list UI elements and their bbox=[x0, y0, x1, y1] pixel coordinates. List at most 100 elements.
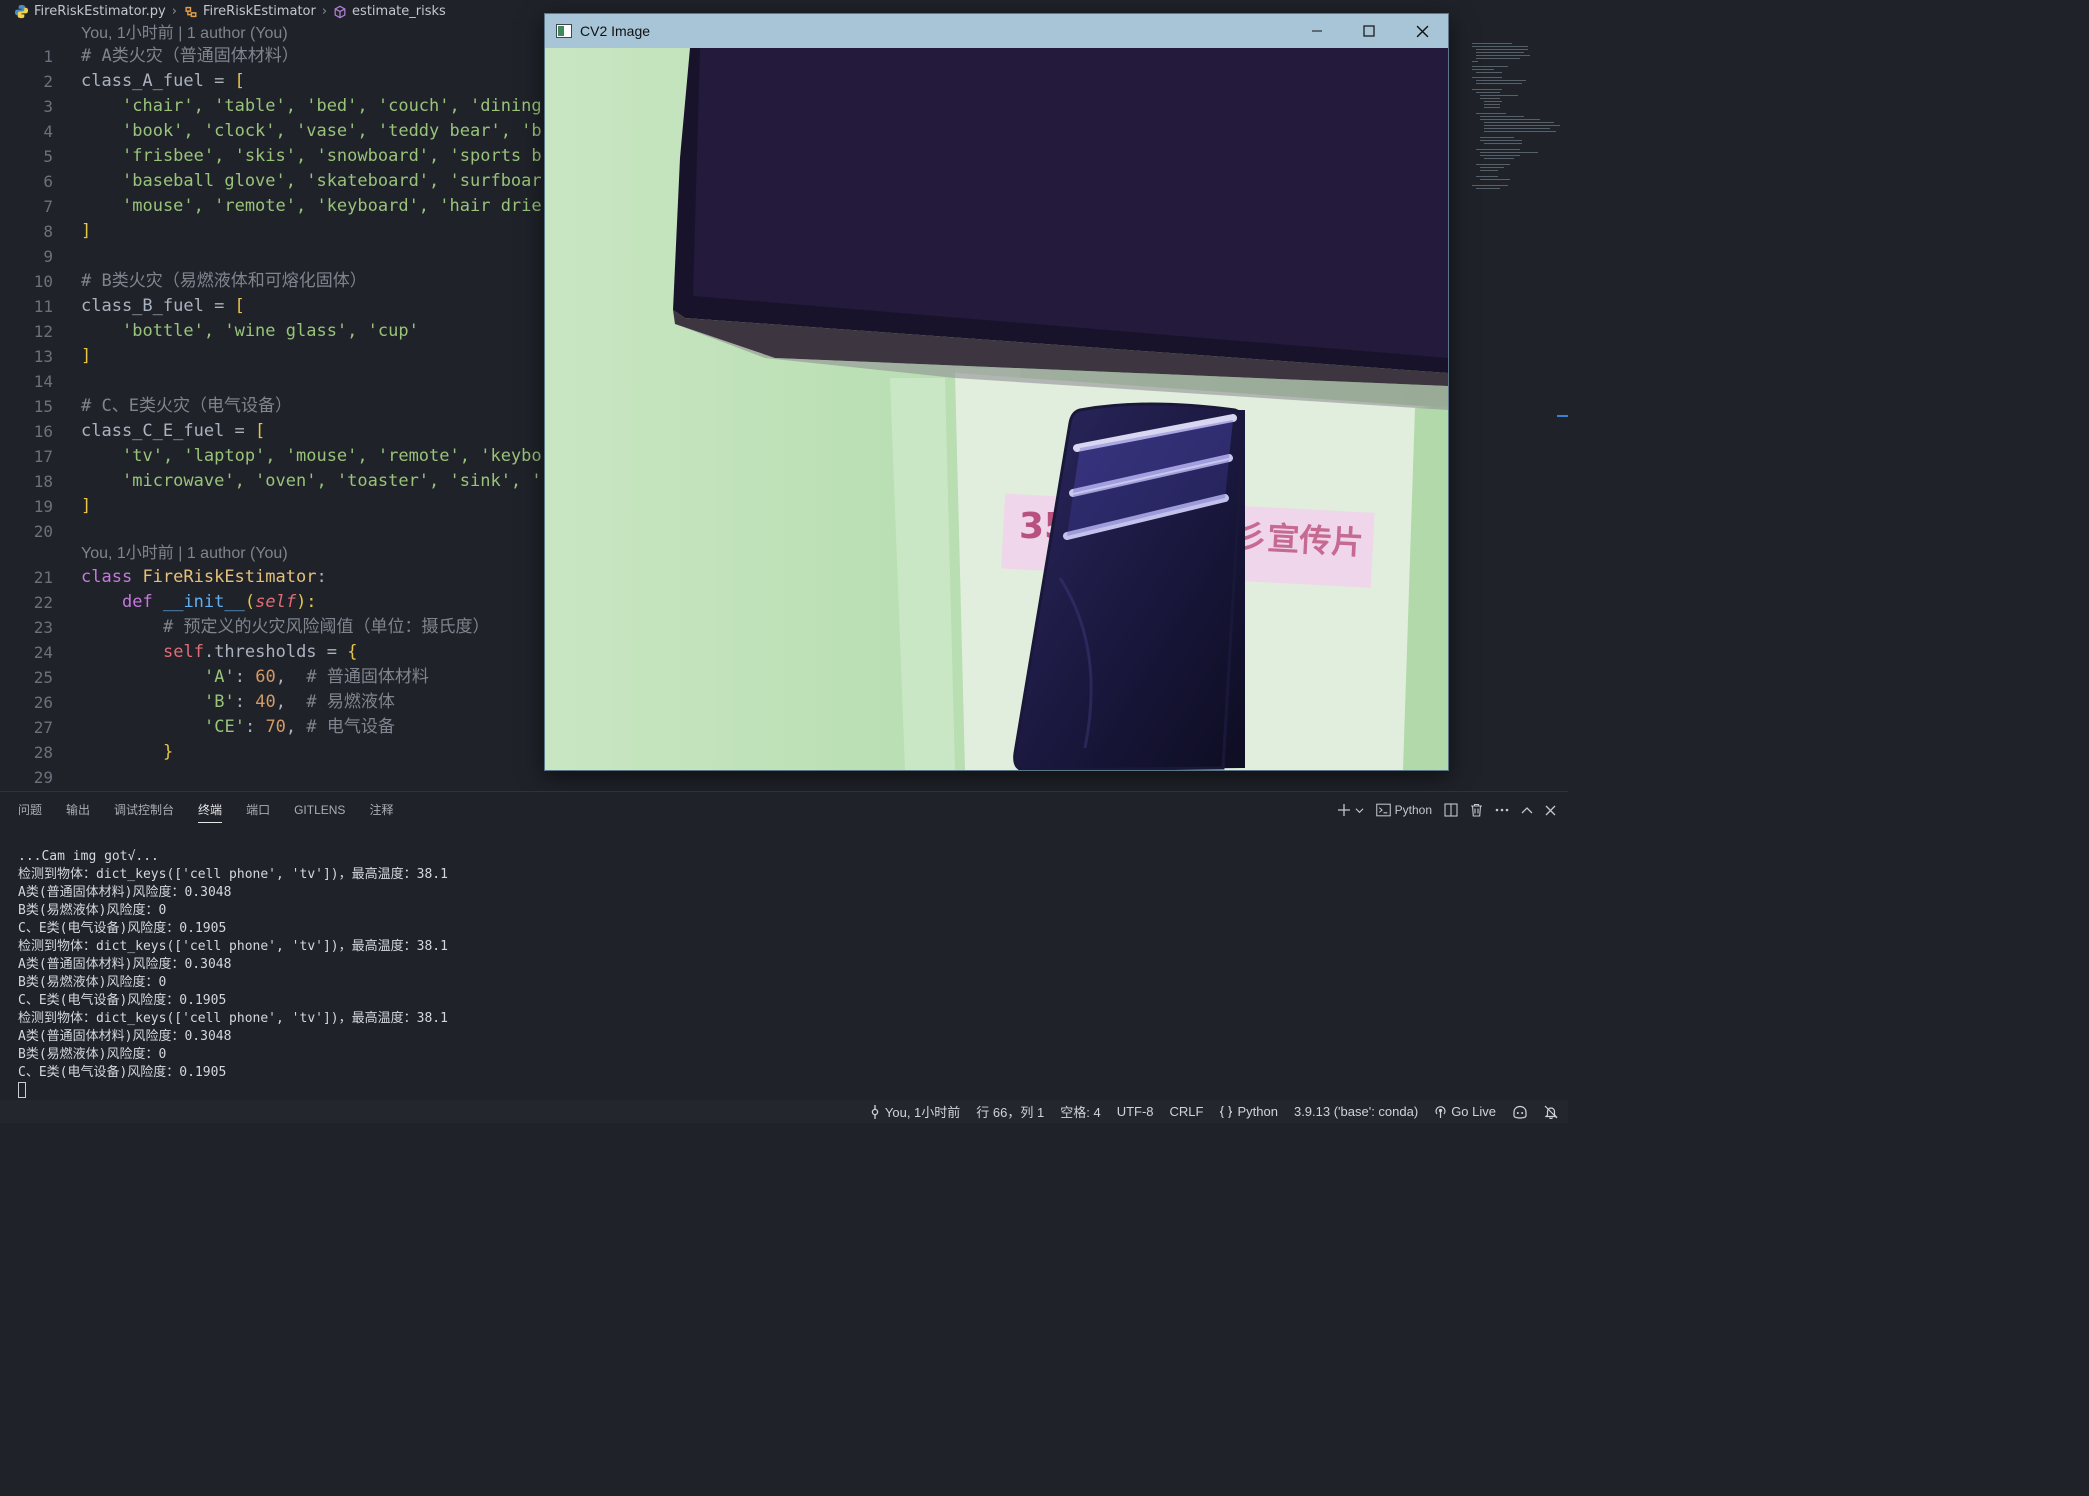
status-copilot[interactable] bbox=[1512, 1105, 1528, 1119]
line-number: 10 bbox=[33, 272, 53, 291]
tab-debug-console[interactable]: 调试控制台 bbox=[114, 792, 174, 828]
line-number: 13 bbox=[33, 347, 53, 366]
line-number: 14 bbox=[33, 372, 53, 391]
method-cube-icon bbox=[334, 5, 346, 18]
terminal-line: B类(易燃液体)风险度：0 bbox=[18, 1047, 167, 1062]
cv2-image-window[interactable]: CV2 Image 35 彡宣传片 bbox=[544, 13, 1449, 771]
new-terminal-button[interactable] bbox=[1337, 803, 1364, 817]
tab-gitlens[interactable]: GITLENS bbox=[294, 792, 345, 828]
terminal-line: 检测到物体：dict_keys(['cell phone', 'tv'])，最高… bbox=[18, 1011, 448, 1026]
terminal-line: C、E类(电气设备)风险度：0.1905 bbox=[18, 921, 227, 936]
code-token: 'B' bbox=[204, 692, 235, 712]
code-token: { bbox=[347, 642, 358, 662]
class-icon bbox=[185, 6, 197, 17]
minimap[interactable] bbox=[1468, 41, 1560, 201]
line-number: 15 bbox=[33, 397, 53, 416]
git-blame-codelens[interactable]: You, 1小时前 | 1 author (You) bbox=[81, 23, 288, 45]
tab-problems[interactable]: 问题 bbox=[18, 792, 42, 828]
tab-ports[interactable]: 端口 bbox=[246, 792, 270, 828]
status-encoding[interactable]: UTF-8 bbox=[1117, 1104, 1154, 1119]
maximize-button[interactable] bbox=[1343, 14, 1395, 48]
code-token: ] bbox=[81, 221, 92, 241]
tab-comments[interactable]: 注释 bbox=[369, 792, 393, 828]
status-notifications[interactable] bbox=[1544, 1105, 1558, 1119]
panel-actions: Python bbox=[1337, 792, 1556, 828]
line-number: 27 bbox=[33, 718, 53, 737]
status-language[interactable]: Python bbox=[1219, 1104, 1278, 1119]
status-language-label: Python bbox=[1237, 1104, 1278, 1119]
code-token: class_A_fuel bbox=[81, 71, 204, 91]
breadcrumb-file-label: FireRiskEstimator.py bbox=[34, 4, 166, 19]
status-eol[interactable]: CRLF bbox=[1170, 1104, 1204, 1119]
code-token: : bbox=[234, 692, 256, 712]
line-number: 7 bbox=[43, 197, 53, 216]
bell-slash-icon bbox=[1544, 1105, 1558, 1119]
code-token: : bbox=[244, 717, 266, 737]
code-token: 'chair', 'table', 'bed', 'couch', 'dinin… bbox=[122, 96, 542, 116]
line-number: 8 bbox=[43, 222, 53, 241]
status-golive[interactable]: Go Live bbox=[1434, 1104, 1496, 1119]
code-token: : bbox=[234, 667, 256, 687]
code-token: __init__ bbox=[162, 592, 245, 612]
status-git-blame[interactable]: You, 1小时前 bbox=[869, 1102, 960, 1121]
terminal-icon bbox=[1375, 803, 1391, 817]
chevron-right-icon: › bbox=[171, 4, 177, 19]
terminal-line: A类(普通固体材料)风险度：0.3048 bbox=[18, 885, 232, 900]
line-number: 11 bbox=[33, 297, 53, 316]
window-titlebar[interactable]: CV2 Image bbox=[545, 14, 1448, 48]
code-token: 'mouse', 'remote', 'keyboard', 'hair dri… bbox=[122, 196, 542, 216]
code-token: ( bbox=[244, 592, 256, 612]
breadcrumb-method[interactable]: estimate_risks bbox=[333, 4, 446, 19]
tab-terminal[interactable]: 终端 bbox=[198, 792, 223, 828]
code-token: = bbox=[224, 421, 256, 441]
minimize-icon bbox=[1312, 30, 1322, 32]
terminal-line: B类(易燃液体)风险度：0 bbox=[18, 903, 167, 918]
close-panel-button[interactable] bbox=[1545, 805, 1556, 816]
code-token: # 易燃液体 bbox=[306, 692, 395, 712]
code-token: : bbox=[316, 567, 327, 587]
terminal-line: A类(普通固体材料)风险度：0.3048 bbox=[18, 957, 232, 972]
terminal-shell-label: Python bbox=[1394, 803, 1432, 817]
split-terminal-button[interactable] bbox=[1444, 803, 1458, 817]
line-number: 3 bbox=[43, 97, 53, 116]
code-token: class_C_E_fuel bbox=[81, 421, 225, 441]
code-token: # A类火灾（普通固体材料） bbox=[81, 46, 299, 66]
line-number: 26 bbox=[33, 693, 53, 712]
kill-terminal-button[interactable] bbox=[1470, 803, 1483, 817]
plus-icon bbox=[1337, 804, 1350, 816]
status-cursor-position[interactable]: 行 66，列 1 bbox=[976, 1102, 1044, 1121]
more-actions-button[interactable] bbox=[1495, 808, 1509, 812]
status-indentation[interactable]: 空格: 4 bbox=[1060, 1102, 1100, 1121]
breadcrumb-class[interactable]: FireRiskEstimator bbox=[183, 4, 316, 19]
line-number: 5 bbox=[43, 147, 53, 166]
maximize-panel-button[interactable] bbox=[1521, 806, 1533, 814]
close-button[interactable] bbox=[1396, 14, 1448, 48]
code-token: # B类火灾（易燃液体和可熔化固体） bbox=[81, 271, 367, 291]
code-token: 60 bbox=[255, 667, 276, 687]
line-number: 21 bbox=[33, 568, 53, 587]
code-token: ): bbox=[296, 592, 317, 612]
code-token: [ bbox=[234, 71, 245, 91]
scrollbar-position-marker[interactable] bbox=[1557, 415, 1568, 417]
minimize-button[interactable] bbox=[1291, 14, 1343, 48]
terminal-output[interactable]: ...Cam img got√... 检测到物体：dict_keys(['cell… bbox=[18, 848, 448, 1101]
code-token: class bbox=[81, 567, 133, 587]
line-number: 17 bbox=[33, 447, 53, 466]
terminal-shell-selector[interactable]: Python bbox=[1375, 803, 1432, 817]
code-token: 'microwave', 'oven', 'toaster', 'sink', … bbox=[122, 471, 542, 491]
status-interpreter[interactable]: 3.9.13 ('base': conda) bbox=[1294, 1104, 1418, 1119]
breadcrumb-file[interactable]: FireRiskEstimator.py bbox=[14, 4, 166, 19]
tab-output[interactable]: 输出 bbox=[66, 792, 90, 828]
code-token: , bbox=[275, 667, 307, 687]
code-token: # C、E类火灾（电气设备） bbox=[81, 396, 292, 416]
line-number: 6 bbox=[43, 172, 53, 191]
chevron-up-icon bbox=[1521, 807, 1533, 814]
code-token: = bbox=[203, 71, 235, 91]
chevron-right-icon: › bbox=[321, 4, 328, 19]
ellipsis-icon bbox=[1495, 808, 1509, 812]
status-bar: You, 1小时前 行 66，列 1 空格: 4 UTF-8 CRLF Pyth… bbox=[0, 1100, 1568, 1123]
bottom-panel: 问题 输出 调试控制台 终端 端口 GITLENS 注释 Python ...C… bbox=[0, 791, 1568, 1100]
git-blame-codelens[interactable]: You, 1小时前 | 1 author (You) bbox=[81, 543, 288, 565]
terminal-line: ...Cam img got√... bbox=[18, 849, 159, 864]
status-golive-label: Go Live bbox=[1451, 1104, 1496, 1119]
